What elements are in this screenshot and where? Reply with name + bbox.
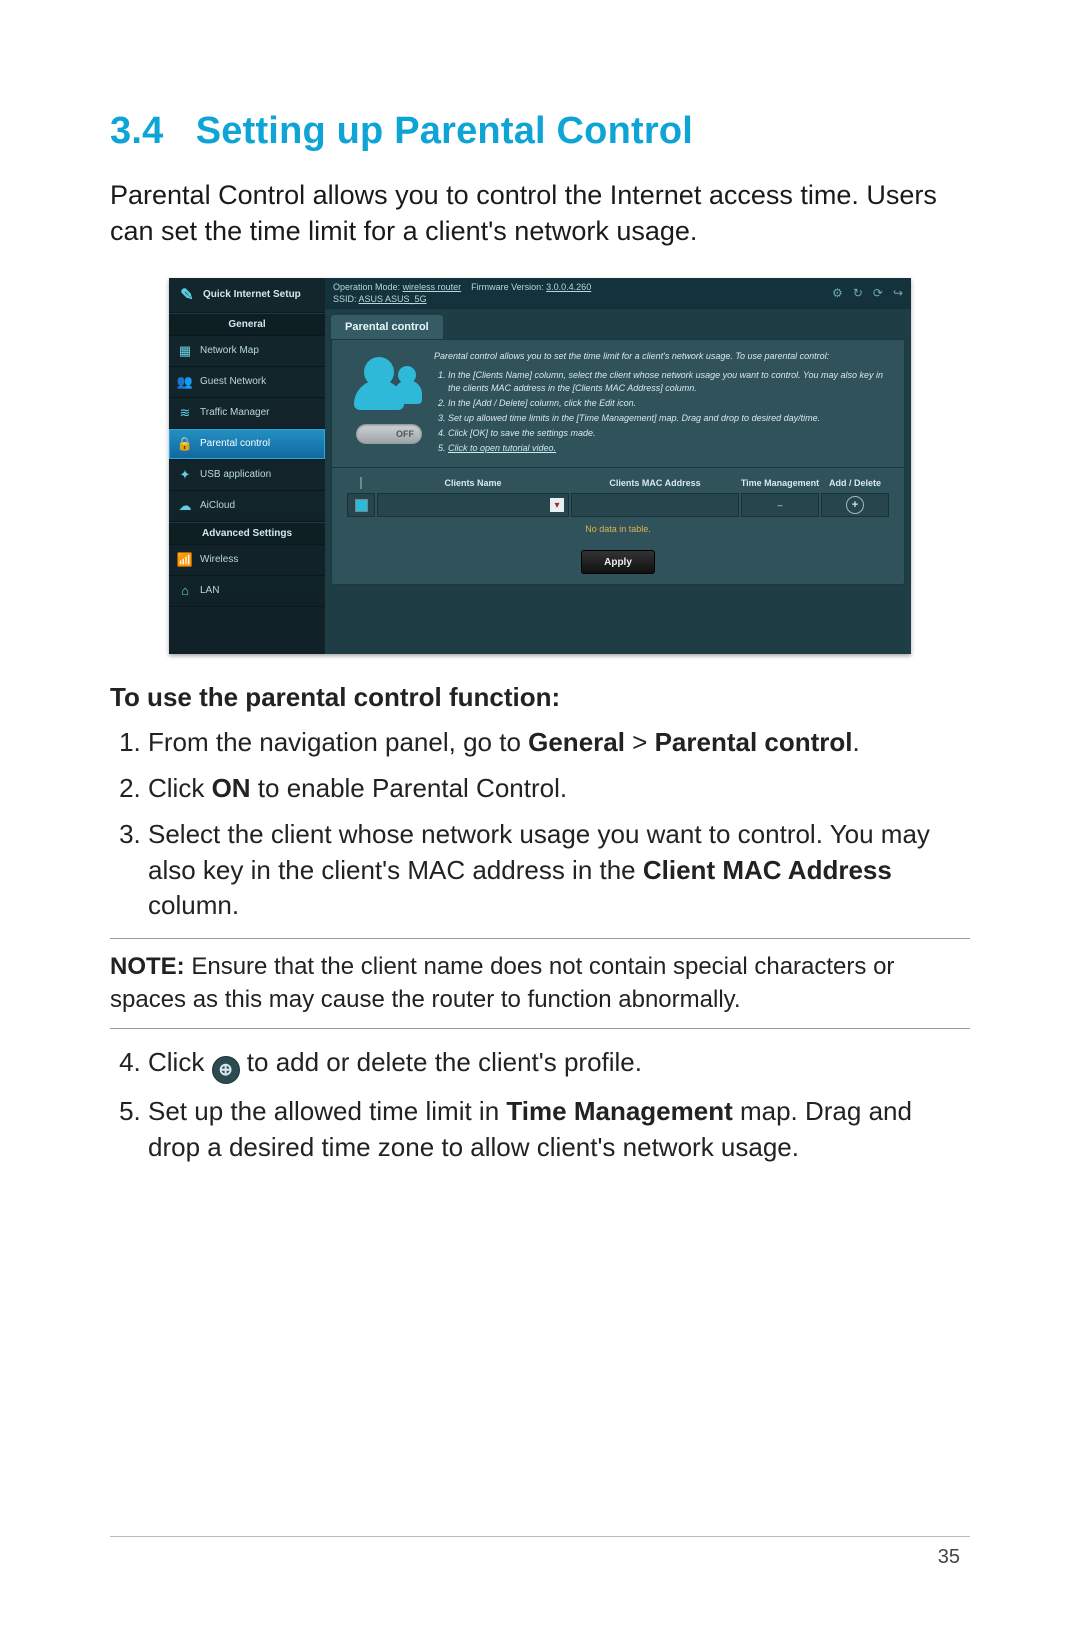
guest-network-icon: 👥 [177,374,193,390]
sidebar-item-parental-control[interactable]: 🔒 Parental control [169,429,325,460]
globe-icon[interactable]: ⚙ [832,286,843,300]
sidebar-item-wireless[interactable]: 📶 Wireless [169,545,325,576]
router-sidebar: ✎ Quick Internet Setup General ▦ Network … [169,278,325,654]
sidebar-group-general: General [169,313,325,336]
toggle-label: OFF [396,429,414,439]
ssid-value: ASUS ASUS_5G [359,294,427,304]
step-4: Click ⊕ to add or delete the client's pr… [148,1045,970,1084]
sidebar-item-label: Traffic Manager [200,407,269,418]
op-mode-label: Operation Mode: [333,282,400,292]
router-screenshot: ✎ Quick Internet Setup General ▦ Network … [169,278,911,654]
steps-list-2: Click ⊕ to add or delete the client's pr… [114,1045,970,1165]
sidebar-item-traffic-manager[interactable]: ≋ Traffic Manager [169,398,325,429]
apply-label: Apply [604,557,632,568]
router-topbar: Operation Mode: wireless router Firmware… [325,278,911,309]
family-icon [350,354,422,414]
network-map-icon: ▦ [177,343,193,359]
steps-list-1: From the navigation panel, go to General… [114,725,970,924]
section-number: 3.4 [110,110,163,152]
clients-table: Clients Name Clients MAC Address Time Ma… [332,467,904,544]
inline-add-icon: ⊕ [212,1056,240,1084]
sidebar-item-label: Parental control [200,438,270,449]
mac-input[interactable] [571,493,739,517]
sidebar-item-network-map[interactable]: ▦ Network Map [169,336,325,367]
time-management-cell: – [741,493,819,517]
op-mode-value[interactable]: wireless router [403,282,462,292]
traffic-manager-icon: ≋ [177,405,193,421]
table-empty-message: No data in table. [346,518,890,540]
help-step: In the [Clients Name] column, select the… [448,369,894,395]
intro-paragraph: Parental Control allows you to control t… [110,177,970,250]
fw-label: Firmware Version: [471,282,544,292]
wifi-icon: 📶 [177,552,193,568]
logout-icon[interactable]: ↪ [893,286,903,300]
col-clients-name: Clients Name [376,474,570,492]
note-block: NOTE: Ensure that the client name does n… [110,938,970,1029]
panel-parental-control: OFF Parental control allows you to set t… [331,339,905,585]
step-5: Set up the allowed time limit in Time Ma… [148,1094,970,1166]
subheading: To use the parental control function: [110,682,970,713]
client-name-dropdown[interactable]: ▾ [550,498,564,512]
manual-page: 3.4 Setting up Parental Control Parental… [0,0,1080,1627]
help-step: Click to open tutorial video. [448,442,894,455]
parental-control-toggle[interactable]: OFF [356,424,422,444]
col-time-management: Time Management [740,474,820,492]
apply-button[interactable]: Apply [581,550,655,574]
topbar-info: Operation Mode: wireless router Firmware… [333,282,591,304]
step-2: Click ON to enable Parental Control. [148,771,970,807]
wand-icon: ✎ [177,285,197,305]
lock-icon: 🔒 [177,436,193,452]
section-heading: 3.4 Setting up Parental Control [110,110,970,153]
home-icon: ⌂ [177,583,193,599]
help-intro: Parental control allows you to set the t… [434,350,894,363]
sidebar-item-label: Guest Network [200,376,266,387]
note-label: NOTE: [110,953,185,980]
sidebar-item-lan[interactable]: ⌂ LAN [169,576,325,607]
sidebar-item-usb-application[interactable]: ✦ USB application [169,460,325,491]
fw-value[interactable]: 3.0.0.4.260 [546,282,591,292]
sidebar-group-advanced: Advanced Settings [169,522,325,545]
col-mac-address: Clients MAC Address [570,474,740,492]
tutorial-video-link[interactable]: Click to open tutorial video. [448,443,556,453]
note-text: Ensure that the client name does not con… [110,953,894,1012]
quick-internet-setup[interactable]: ✎ Quick Internet Setup [169,278,325,313]
row-checkbox[interactable] [355,499,368,512]
sidebar-item-label: USB application [200,469,271,480]
col-add-delete: Add / Delete [820,474,890,492]
topbar-icons: ⚙ ↻ ⟳ ↪ [832,286,903,300]
router-main: Operation Mode: wireless router Firmware… [325,278,911,654]
sidebar-item-aicloud[interactable]: ☁ AiCloud [169,491,325,522]
help-step: Click [OK] to save the settings made. [448,427,894,440]
tab-parental-control[interactable]: Parental control [331,315,443,339]
help-steps-list: In the [Clients Name] column, select the… [448,369,894,455]
ssid-label: SSID: [333,294,357,304]
select-all-checkbox[interactable] [360,477,362,489]
table-header-row: Clients Name Clients MAC Address Time Ma… [346,474,890,492]
table-input-row: ▾ – + [346,492,890,518]
sidebar-item-label: LAN [200,585,219,596]
page-number: 35 [938,1546,960,1569]
sidebar-item-label: Wireless [200,554,238,565]
help-step: Set up allowed time limits in the [Time … [448,412,894,425]
qis-label: Quick Internet Setup [203,289,301,300]
panel-left-col: OFF [342,350,422,457]
usb-icon: ✦ [177,467,193,483]
step-3: Select the client whose network usage yo… [148,817,970,925]
sidebar-item-label: Network Map [200,345,259,356]
step-1: From the navigation panel, go to General… [148,725,970,761]
refresh-icon[interactable]: ↻ [853,286,863,300]
add-client-button[interactable]: + [846,496,864,514]
sidebar-item-guest-network[interactable]: 👥 Guest Network [169,367,325,398]
panel-help-row: OFF Parental control allows you to set t… [332,340,904,467]
help-text: Parental control allows you to set the t… [434,350,894,457]
section-title-text: Setting up Parental Control [196,110,693,152]
sidebar-item-label: AiCloud [200,500,235,511]
reboot-icon[interactable]: ⟳ [873,286,883,300]
cloud-icon: ☁ [177,498,193,514]
help-step: In the [Add / Delete] column, click the … [448,397,894,410]
footer-rule [110,1536,970,1537]
